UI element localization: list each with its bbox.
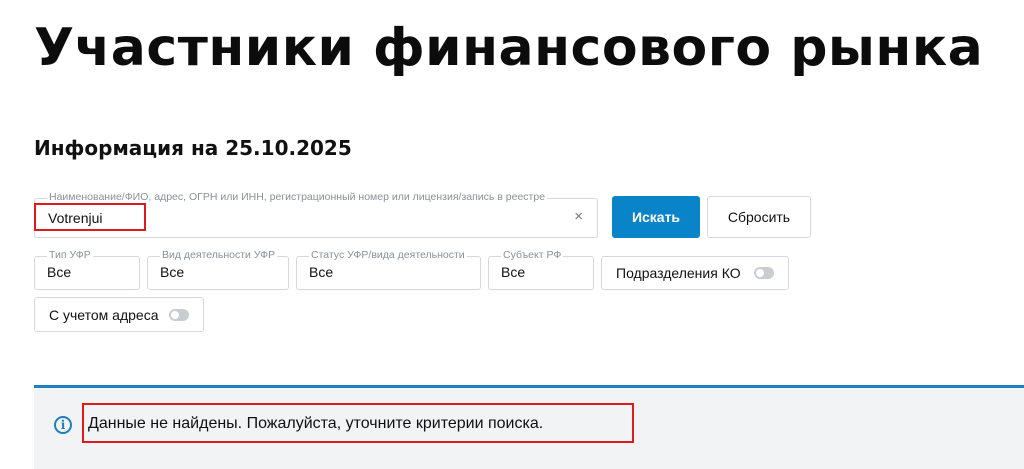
filter-activity-kind[interactable]: Вид деятельности УФР Все (147, 249, 289, 290)
filter-status[interactable]: Статус УФР/вида деятельности Все (296, 249, 481, 290)
search-value-highlight (34, 203, 146, 231)
reset-button[interactable]: Сбросить (707, 196, 811, 238)
filter-value: Все (160, 264, 185, 280)
filter-label: Тип УФР (47, 249, 93, 261)
toggle-ko-divisions[interactable]: Подразделения КО (601, 256, 789, 290)
page-title: Участники финансового рынка (34, 18, 984, 78)
filter-label: Статус УФР/вида деятельности (309, 249, 467, 261)
clear-icon[interactable]: × (574, 208, 583, 225)
toggle-label: Подразделения КО (616, 265, 741, 281)
filter-value: Все (47, 264, 72, 280)
filter-label: Вид деятельности УФР (160, 249, 278, 261)
filter-value: Все (501, 264, 526, 280)
info-icon: i (54, 416, 72, 434)
toggle-with-address[interactable]: С учетом адреса (34, 297, 204, 332)
search-button[interactable]: Искать (612, 196, 700, 238)
toggle-label: С учетом адреса (49, 306, 159, 323)
search-input-label: Наименование/ФИО, адрес, ОГРН или ИНН, р… (47, 191, 548, 203)
filter-label: Субъект РФ (501, 249, 564, 261)
alert-message-highlight (82, 403, 634, 443)
toggle-switch[interactable] (169, 308, 189, 321)
filter-value: Все (309, 264, 334, 280)
toggle-switch[interactable] (754, 267, 774, 279)
filter-ufr-type[interactable]: Тип УФР Все (34, 249, 140, 290)
filter-region[interactable]: Субъект РФ Все (488, 249, 594, 290)
info-date-heading: Информация на 25.10.2025 (34, 136, 352, 160)
